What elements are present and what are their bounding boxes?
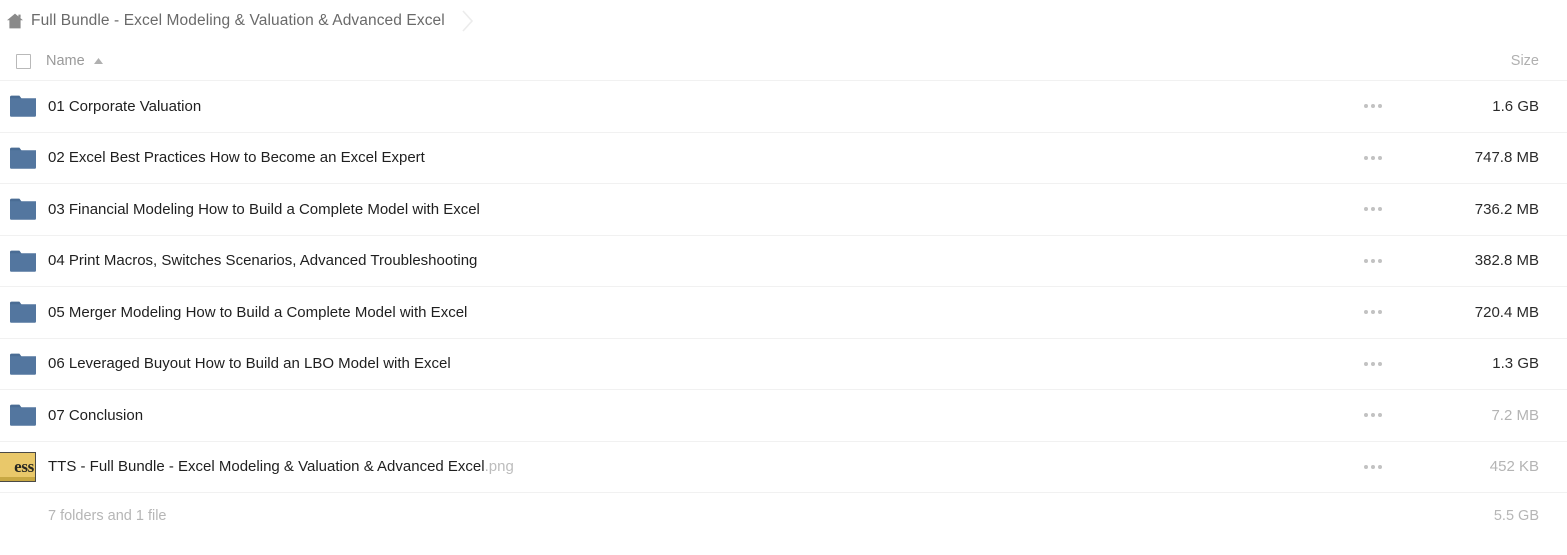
ellipsis-icon[interactable] bbox=[1360, 150, 1386, 166]
row-name: 06 Leveraged Buyout How to Build an LBO … bbox=[46, 355, 1343, 372]
row-name-text: 04 Print Macros, Switches Scenarios, Adv… bbox=[48, 252, 478, 270]
list-footer: 7 folders and 1 file 5.5 GB bbox=[0, 492, 1567, 539]
list-column-header: Name Size bbox=[0, 42, 1567, 80]
row-name-extension: .png bbox=[484, 458, 514, 476]
ellipsis-icon[interactable] bbox=[1360, 304, 1386, 320]
table-row[interactable]: 05 Merger Modeling How to Build a Comple… bbox=[0, 286, 1567, 338]
row-actions-cell bbox=[1343, 304, 1403, 320]
row-size: 720.4 MB bbox=[1474, 303, 1539, 321]
table-row[interactable]: 07 Conclusion 7.2 MB bbox=[0, 389, 1567, 441]
folder-icon bbox=[10, 147, 36, 169]
row-actions-cell bbox=[1343, 98, 1403, 114]
folder-icon bbox=[10, 353, 36, 375]
breadcrumb-item-root[interactable]: Full Bundle - Excel Modeling & Valuation… bbox=[6, 12, 445, 30]
ellipsis-icon[interactable] bbox=[1360, 201, 1386, 217]
row-actions-cell bbox=[1343, 201, 1403, 217]
row-name: 01 Corporate Valuation bbox=[46, 98, 1343, 115]
row-name: 05 Merger Modeling How to Build a Comple… bbox=[46, 304, 1343, 321]
row-icon-cell: ess bbox=[0, 441, 46, 493]
row-size: 382.8 MB bbox=[1474, 252, 1539, 270]
row-icon-cell bbox=[0, 198, 46, 221]
ellipsis-icon[interactable] bbox=[1360, 459, 1386, 475]
file-browser: Full Bundle - Excel Modeling & Valuation… bbox=[0, 0, 1567, 555]
column-header-name-label: Name bbox=[46, 53, 85, 69]
home-icon bbox=[7, 13, 23, 29]
row-icon-cell bbox=[0, 353, 46, 375]
row-icon-cell bbox=[0, 301, 46, 324]
row-actions-cell bbox=[1343, 459, 1403, 475]
row-size: 1.3 GB bbox=[1492, 355, 1539, 373]
ellipsis-icon[interactable] bbox=[1360, 253, 1386, 269]
row-size: 747.8 MB bbox=[1474, 149, 1539, 167]
footer-summary: 7 folders and 1 file bbox=[48, 508, 167, 524]
row-icon-cell bbox=[0, 404, 46, 427]
row-name-text: 05 Merger Modeling How to Build a Comple… bbox=[48, 303, 468, 321]
table-row[interactable]: 01 Corporate Valuation 1.6 GB bbox=[0, 80, 1567, 132]
table-row[interactable]: 06 Leveraged Buyout How to Build an LBO … bbox=[0, 337, 1567, 390]
image-thumbnail-bar bbox=[0, 477, 35, 481]
row-name: 02 Excel Best Practices How to Become an… bbox=[46, 149, 1343, 166]
row-size: 1.6 GB bbox=[1492, 97, 1539, 115]
breadcrumb-label: Full Bundle - Excel Modeling & Valuation… bbox=[31, 12, 445, 29]
row-name-text: 07 Conclusion bbox=[48, 406, 144, 424]
row-name-text: 06 Leveraged Buyout How to Build an LBO … bbox=[48, 355, 451, 373]
ellipsis-icon[interactable] bbox=[1360, 98, 1386, 114]
row-actions-cell bbox=[1343, 356, 1403, 372]
folder-icon bbox=[10, 301, 36, 324]
select-all-cell bbox=[0, 53, 46, 69]
row-size: 7.2 MB bbox=[1491, 406, 1539, 424]
row-size: 452 KB bbox=[1489, 458, 1539, 476]
column-header-size[interactable]: Size bbox=[1403, 53, 1553, 69]
folder-icon bbox=[10, 95, 36, 118]
row-icon-cell bbox=[0, 250, 46, 272]
row-name: TTS - Full Bundle - Excel Modeling & Val… bbox=[46, 458, 1343, 475]
folder-icon bbox=[10, 404, 36, 427]
select-all-checkbox[interactable] bbox=[15, 53, 31, 69]
row-name: 07 Conclusion bbox=[46, 407, 1343, 424]
chevron-right-icon bbox=[462, 10, 473, 32]
row-actions-cell bbox=[1343, 407, 1403, 423]
folder-icon bbox=[10, 250, 36, 272]
row-icon-cell bbox=[0, 95, 46, 118]
table-row[interactable]: ess TTS - Full Bundle - Excel Modeling &… bbox=[0, 440, 1567, 493]
file-list: 01 Corporate Valuation 1.6 GB 02 Excel B… bbox=[0, 80, 1567, 492]
row-name-text: TTS - Full Bundle - Excel Modeling & Val… bbox=[48, 458, 485, 476]
breadcrumb: Full Bundle - Excel Modeling & Valuation… bbox=[0, 0, 1567, 42]
folder-icon bbox=[10, 198, 36, 221]
table-row[interactable]: 03 Financial Modeling How to Build a Com… bbox=[0, 183, 1567, 235]
row-name-text: 02 Excel Best Practices How to Become an… bbox=[48, 149, 425, 167]
row-name: 03 Financial Modeling How to Build a Com… bbox=[46, 201, 1343, 218]
row-actions-cell bbox=[1343, 253, 1403, 269]
column-header-name[interactable]: Name bbox=[46, 53, 1343, 69]
row-name-text: 03 Financial Modeling How to Build a Com… bbox=[48, 200, 480, 218]
table-row[interactable]: 02 Excel Best Practices How to Become an… bbox=[0, 131, 1567, 184]
row-icon-cell bbox=[0, 147, 46, 169]
image-thumbnail-text: ess bbox=[14, 457, 34, 476]
row-name-text: 01 Corporate Valuation bbox=[48, 97, 202, 115]
row-size: 736.2 MB bbox=[1474, 200, 1539, 218]
ellipsis-icon[interactable] bbox=[1360, 356, 1386, 372]
footer-total-size: 5.5 GB bbox=[1493, 508, 1539, 524]
row-actions-cell bbox=[1343, 150, 1403, 166]
ellipsis-icon[interactable] bbox=[1360, 407, 1386, 423]
sort-ascending-icon bbox=[93, 58, 103, 64]
image-thumbnail-icon: ess bbox=[0, 452, 36, 482]
table-row[interactable]: 04 Print Macros, Switches Scenarios, Adv… bbox=[0, 234, 1567, 287]
row-name: 04 Print Macros, Switches Scenarios, Adv… bbox=[46, 252, 1343, 269]
